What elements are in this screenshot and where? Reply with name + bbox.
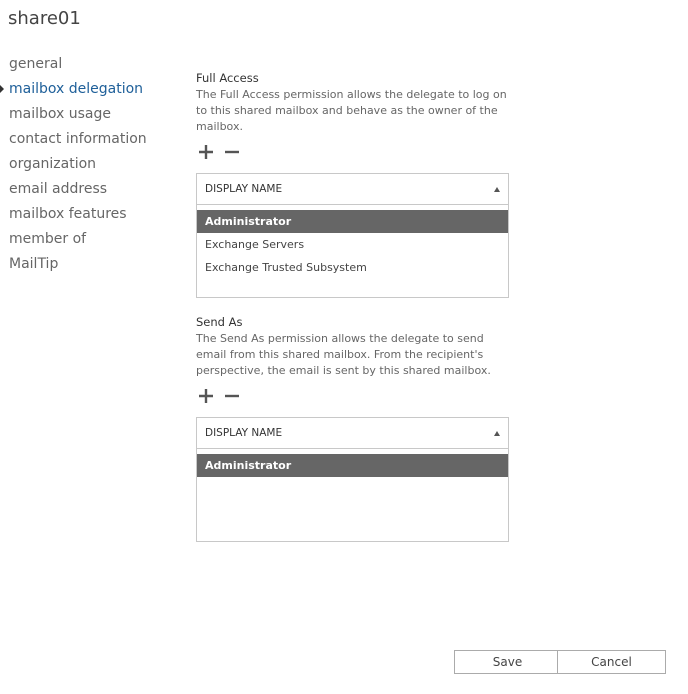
nav-item-label: mailbox delegation — [9, 81, 144, 97]
sort-ascending-icon — [494, 431, 500, 436]
nav-item-mailbox-features[interactable]: mailbox features — [0, 203, 147, 228]
selected-arrow-icon — [0, 85, 4, 93]
sidebar-nav: general mailbox delegation mailbox usage… — [0, 53, 147, 278]
full-access-list: Administrator Exchange Servers Exchange … — [197, 205, 508, 279]
page-title: share01 — [8, 8, 81, 29]
column-header-label: DISPLAY NAME — [205, 183, 283, 195]
nav-item-mailbox-usage[interactable]: mailbox usage — [0, 103, 147, 128]
nav-item-organization[interactable]: organization — [0, 153, 147, 178]
display-name-column-header[interactable]: DISPLAY NAME — [197, 174, 508, 205]
nav-item-mailbox-delegation[interactable]: mailbox delegation — [0, 78, 147, 103]
minus-icon — [225, 394, 239, 398]
nav-item-email-address[interactable]: email address — [0, 178, 147, 203]
full-access-remove-button[interactable] — [224, 144, 242, 162]
nav-item-member-of[interactable]: member of — [0, 228, 147, 253]
minus-icon — [225, 150, 239, 154]
send-as-description: The Send As permission allows the delega… — [196, 332, 491, 377]
table-row[interactable]: Exchange Trusted Subsystem — [197, 256, 508, 279]
save-button[interactable]: Save — [454, 650, 561, 674]
send-as-title: Send As — [196, 315, 243, 329]
full-access-add-button[interactable] — [198, 144, 216, 162]
send-as-list: Administrator — [197, 449, 508, 477]
plus-icon — [199, 389, 213, 403]
full-access-description: The Full Access permission allows the de… — [196, 88, 507, 133]
cancel-button[interactable]: Cancel — [557, 650, 666, 674]
full-access-grid: DISPLAY NAME Administrator Exchange Serv… — [196, 173, 509, 298]
send-as-add-button[interactable] — [198, 388, 216, 406]
column-header-label: DISPLAY NAME — [205, 427, 283, 439]
nav-item-mailtip[interactable]: MailTip — [0, 253, 147, 278]
plus-icon — [199, 145, 213, 159]
send-as-remove-button[interactable] — [224, 388, 242, 406]
full-access-title: Full Access — [196, 71, 259, 85]
send-as-grid: DISPLAY NAME Administrator — [196, 417, 509, 542]
table-row[interactable]: Administrator — [197, 210, 508, 233]
nav-item-general[interactable]: general — [0, 53, 147, 78]
sort-ascending-icon — [494, 187, 500, 192]
nav-item-contact-information[interactable]: contact information — [0, 128, 147, 153]
table-row[interactable]: Administrator — [197, 454, 508, 477]
table-row[interactable]: Exchange Servers — [197, 233, 508, 256]
display-name-column-header[interactable]: DISPLAY NAME — [197, 418, 508, 449]
